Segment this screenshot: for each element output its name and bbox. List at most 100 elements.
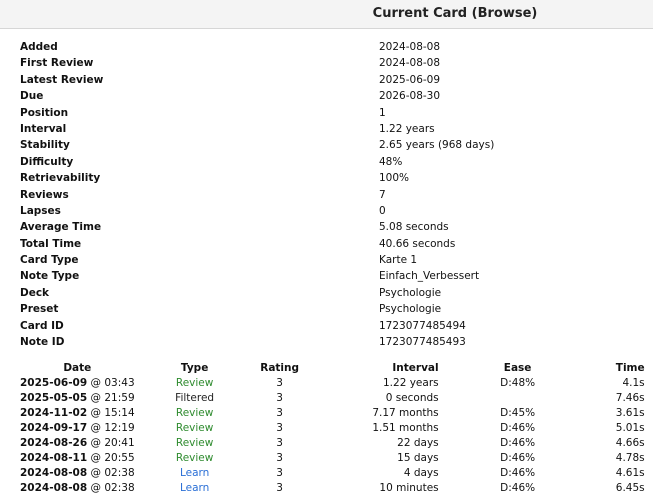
card-info-value: 5.08 seconds	[379, 221, 449, 234]
review-date: 2025-05-05	[20, 392, 88, 404]
review-time-of-day: 20:41	[104, 437, 135, 449]
review-log-row: 2025-05-05 @ 21:59 Filtered 3 0 seconds 7.46…	[18, 391, 647, 406]
card-info-label: Latest Review	[20, 73, 104, 86]
card-info-label: Added	[20, 41, 58, 53]
card-info-label: Difficulty	[20, 155, 74, 168]
review-log-row: 2024-08-08 @ 02:38 Learn 3 10 minutes D:46% 6…	[18, 481, 647, 496]
card-info-label: Retrievability	[20, 172, 101, 185]
review-date-cell: 2024-09-17 @ 12:19	[18, 421, 137, 436]
card-info-value: Einfach_Verbessert	[379, 270, 480, 283]
review-ease: D:46%	[500, 452, 536, 464]
review-interval: 1.22 years	[383, 377, 439, 389]
card-info-label: Preset	[20, 303, 59, 316]
review-date-cell: 2024-08-08 @ 02:38	[18, 466, 137, 481]
review-interval: 0 seconds	[385, 392, 439, 404]
review-ease: D:46%	[500, 422, 536, 434]
review-type: Learn	[179, 467, 210, 479]
review-date: 2024-09-17	[20, 422, 88, 434]
card-info-value: 1723077485494	[379, 319, 466, 332]
review-date-cell: 2025-05-05 @ 21:59	[18, 391, 137, 406]
card-info-value: 2025-06-09	[379, 73, 441, 86]
review-date-separator: @	[87, 467, 105, 479]
card-info-label: Average Time	[20, 221, 102, 234]
review-type: Review	[175, 377, 214, 389]
card-info-value: Psychologie	[379, 303, 442, 316]
card-info-value: 7	[379, 188, 386, 201]
card-info-label: Stability	[20, 139, 70, 152]
review-type: Review	[175, 437, 214, 449]
card-info-value: 1	[379, 106, 386, 119]
card-info-value: 2024-08-08	[379, 41, 441, 53]
review-time-of-day: 12:19	[104, 422, 135, 434]
review-duration: 5.01s	[615, 422, 645, 434]
review-duration: 4.61s	[615, 467, 645, 479]
review-time-of-day: 02:38	[104, 467, 135, 479]
card-info-value: 2026-08-30	[379, 90, 441, 103]
review-duration: 3.61s	[615, 407, 645, 419]
col-time-header: Time	[615, 362, 645, 374]
review-log-header-row: Date Type Rating Interval Ease Time	[18, 361, 647, 376]
review-ease: D:48%	[500, 377, 536, 389]
review-rating: 3	[276, 467, 283, 479]
review-rating: 3	[276, 482, 283, 494]
review-duration: 4.66s	[615, 437, 645, 449]
review-date-separator: @	[87, 422, 105, 434]
card-info-value: 1.22 years	[379, 122, 435, 135]
review-interval: 7.17 months	[372, 407, 439, 419]
review-interval: 22 days	[397, 437, 439, 449]
review-log-row: 2024-09-17 @ 12:19 Review 3 1.51 months D:46…	[18, 421, 647, 436]
review-type: Review	[175, 452, 214, 464]
card-info-value: 48%	[379, 155, 403, 168]
window-title: Current Card (Browse)	[372, 6, 538, 21]
review-ease	[441, 391, 575, 406]
review-type: Review	[175, 407, 214, 419]
review-log-table: Date Type Rating Interval Ease Time 2025…	[18, 361, 647, 496]
card-info-label: Deck	[20, 286, 50, 299]
review-type: Review	[175, 422, 214, 434]
review-time-of-day: 03:43	[104, 377, 135, 389]
review-time-of-day: 21:59	[104, 392, 135, 404]
review-ease: D:46%	[500, 482, 536, 494]
card-info-label: Card ID	[20, 319, 64, 332]
review-date: 2024-08-26	[20, 437, 88, 449]
card-info-label: Note ID	[20, 336, 65, 349]
review-date-cell: 2024-11-02 @ 15:14	[18, 406, 137, 421]
review-date: 2024-11-02	[20, 407, 88, 419]
review-interval: 15 days	[397, 452, 439, 464]
review-rating: 3	[276, 377, 283, 389]
review-interval: 4 days	[403, 467, 439, 479]
review-log-body: 2025-06-09 @ 03:43 Review 3 1.22 years D:48%…	[18, 376, 647, 496]
review-duration: 4.78s	[615, 452, 645, 464]
card-info-value: Karte 1	[379, 254, 418, 267]
review-date: 2024-08-08	[20, 467, 88, 479]
card-info-value: 2024-08-08	[379, 57, 441, 70]
review-rating: 3	[276, 392, 283, 404]
review-type: Learn	[179, 482, 210, 494]
review-date: 2024-08-08	[20, 482, 88, 494]
review-interval: 10 minutes	[379, 482, 439, 494]
col-ease-header: Ease	[503, 362, 532, 374]
card-info-label: Due	[20, 90, 44, 103]
review-time-of-day: 15:14	[104, 407, 135, 419]
review-date-cell: 2024-08-26 @ 20:41	[18, 436, 137, 451]
review-date-cell: 2024-08-11 @ 20:55	[18, 451, 137, 466]
review-log-row: 2024-08-26 @ 20:41 Review 3 22 days D:46% 4.6…	[18, 436, 647, 451]
review-date: 2024-08-11	[20, 452, 88, 464]
card-info-value: 100%	[379, 172, 410, 185]
review-rating: 3	[276, 422, 283, 434]
col-rating-header: Rating	[260, 362, 300, 374]
card-info-value: 40.66 seconds	[379, 237, 456, 250]
review-log-row: 2024-11-02 @ 15:14 Review 3 7.17 months D:45…	[18, 406, 647, 421]
review-interval: 1.51 months	[372, 422, 439, 434]
card-info-value: 2.65 years (968 days)	[379, 139, 495, 152]
card-info-label: Lapses	[20, 204, 61, 217]
review-duration: 6.45s	[615, 482, 645, 494]
card-info-value: Psychologie	[379, 286, 442, 299]
card-info-label: First Review	[20, 57, 94, 70]
review-type: Filtered	[175, 392, 215, 404]
col-date-header: Date	[63, 362, 92, 374]
review-time-of-day: 20:55	[104, 452, 135, 464]
review-ease: D:46%	[500, 437, 536, 449]
window-header: Current Card (Browse)	[0, 0, 653, 29]
review-date-cell: 2024-08-08 @ 02:38	[18, 481, 137, 496]
